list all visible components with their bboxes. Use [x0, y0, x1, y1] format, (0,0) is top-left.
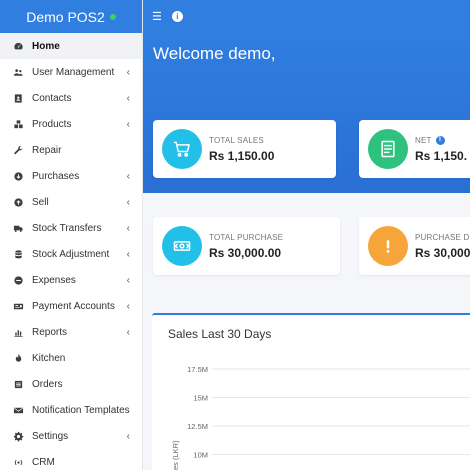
sidebar-item-home[interactable]: Home	[0, 33, 142, 59]
sidebar-item-orders[interactable]: Orders	[0, 371, 142, 397]
sidebar-item-label: Payment Accounts	[32, 300, 115, 312]
total-sales-card: TOTAL SALES Rs 1,150.00	[153, 120, 336, 178]
sidebar-item-label: Home	[32, 40, 60, 52]
sidebar-item-contacts[interactable]: Contacts ‹	[0, 85, 142, 111]
net-info-icon[interactable]: i	[435, 135, 445, 145]
total-sales-label: TOTAL SALES	[209, 135, 264, 145]
cubes-icon	[12, 118, 24, 130]
chevron-left-icon: ‹	[126, 196, 130, 208]
sidebar-item-payment-accounts[interactable]: Payment Accounts ‹	[0, 293, 142, 319]
info-icon[interactable]: i	[171, 11, 183, 22]
minus-circle-icon	[12, 274, 24, 286]
total-purchase-value: Rs 30,000.00	[209, 245, 282, 260]
dashboard-icon	[12, 40, 24, 52]
net-label: NET	[415, 135, 432, 145]
sidebar-item-stock-adjustment[interactable]: Stock Adjustment ‹	[0, 241, 142, 267]
sidebar-item-crm[interactable]: CRM	[0, 449, 142, 470]
y-axis-label: es (LKR)	[171, 440, 180, 470]
money-check-icon	[12, 300, 24, 312]
cart-icon	[162, 129, 202, 169]
y-tick-label: 12.5M	[187, 422, 208, 431]
chevron-left-icon: ‹	[126, 92, 130, 104]
chevron-left-icon: ‹	[126, 118, 130, 130]
top-navbar: ☰ i	[143, 0, 470, 33]
total-purchase-card: TOTAL PURCHASE Rs 30,000.00	[153, 217, 340, 275]
total-purchase-label: TOTAL PURCHASE	[209, 232, 284, 242]
sidebar-item-label: Kitchen	[32, 352, 66, 364]
broadcast-icon	[12, 456, 24, 468]
sidebar-item-repair[interactable]: Repair	[0, 137, 142, 163]
sidebar-item-label: Stock Transfers	[32, 222, 102, 234]
sidebar-item-label: Stock Adjustment	[32, 248, 110, 260]
chevron-left-icon: ‹	[126, 274, 130, 286]
sidebar-item-label: Purchases	[32, 170, 80, 182]
total-sales-value: Rs 1,150.00	[209, 148, 275, 163]
receipt-icon	[368, 129, 408, 169]
net-value: Rs 1,150.	[415, 148, 468, 163]
y-tick-label: 15M	[193, 394, 208, 403]
chevron-left-icon: ‹	[126, 430, 130, 442]
truck-icon	[12, 222, 24, 234]
sidebar-item-expenses[interactable]: Expenses ‹	[0, 267, 142, 293]
net-card: NET i Rs 1,150.	[359, 120, 470, 178]
sidebar: Demo POS2 Home User Management ‹ Contacts ‹ P…	[0, 0, 143, 470]
bar-chart-icon	[12, 326, 24, 338]
sales-chart: 17.5M 15M 12.5M 10M es (LKR)	[171, 365, 470, 470]
wrench-icon	[12, 144, 24, 156]
chevron-left-icon: ‹	[126, 170, 130, 182]
chevron-left-icon: ‹	[126, 222, 130, 234]
arrow-circle-down-icon	[12, 170, 24, 182]
y-tick-label: 10M	[193, 451, 208, 460]
brand-header[interactable]: Demo POS2	[0, 0, 142, 33]
sidebar-item-label: Sell	[32, 196, 49, 208]
brand-name: Demo POS2	[26, 8, 105, 25]
purchase-due-value: Rs 30,000	[415, 245, 470, 260]
sidebar-item-settings[interactable]: Settings ‹	[0, 423, 142, 449]
sidebar-item-kitchen[interactable]: Kitchen	[0, 345, 142, 371]
sidebar-item-label: Products	[32, 118, 72, 130]
purchase-due-label: PURCHASE D	[415, 232, 470, 242]
online-status-icon	[109, 13, 116, 20]
exclamation-icon	[368, 226, 408, 266]
chevron-left-icon: ‹	[126, 300, 130, 312]
chevron-left-icon: ‹	[126, 248, 130, 260]
sidebar-item-label: Expenses	[32, 274, 76, 286]
purchase-due-card: PURCHASE D Rs 30,000	[359, 217, 470, 275]
envelope-icon	[12, 404, 24, 416]
list-icon	[12, 378, 24, 390]
sidebar-item-label: CRM	[32, 456, 55, 468]
sidebar-menu: Home User Management ‹ Contacts ‹ Products ‹ Re…	[0, 33, 142, 470]
sidebar-item-label: Repair	[32, 144, 62, 156]
sidebar-item-notification-templates[interactable]: Notification Templates	[0, 397, 142, 423]
sidebar-item-sell[interactable]: Sell ‹	[0, 189, 142, 215]
chevron-left-icon: ‹	[126, 66, 130, 78]
chevron-left-icon: ‹	[126, 326, 130, 338]
sidebar-item-reports[interactable]: Reports ‹	[0, 319, 142, 345]
arrow-circle-up-icon	[12, 196, 24, 208]
sidebar-item-label: Orders	[32, 378, 63, 390]
y-tick-label: 17.5M	[187, 365, 208, 374]
sidebar-item-user-management[interactable]: User Management ‹	[0, 59, 142, 85]
fire-icon	[12, 352, 24, 364]
sidebar-item-label: Reports	[32, 326, 68, 338]
sidebar-item-stock-transfers[interactable]: Stock Transfers ‹	[0, 215, 142, 241]
menu-toggle-icon[interactable]: ☰	[152, 10, 162, 23]
sidebar-item-label: User Management	[32, 66, 115, 78]
sales-chart-panel: Sales Last 30 Days 17.5M 15M 12.5M 10M es (L…	[152, 313, 470, 470]
cog-icon	[12, 430, 24, 442]
sidebar-item-label: Settings	[32, 430, 69, 442]
money-bill-icon	[162, 226, 202, 266]
sidebar-item-label: Notification Templates	[32, 404, 130, 416]
sidebar-item-label: Contacts	[32, 92, 72, 104]
welcome-heading: Welcome demo,	[153, 44, 276, 63]
sidebar-item-products[interactable]: Products ‹	[0, 111, 142, 137]
sidebar-item-purchases[interactable]: Purchases ‹	[0, 163, 142, 189]
address-book-icon	[12, 92, 24, 104]
database-icon	[12, 248, 24, 260]
users-icon	[12, 66, 24, 78]
